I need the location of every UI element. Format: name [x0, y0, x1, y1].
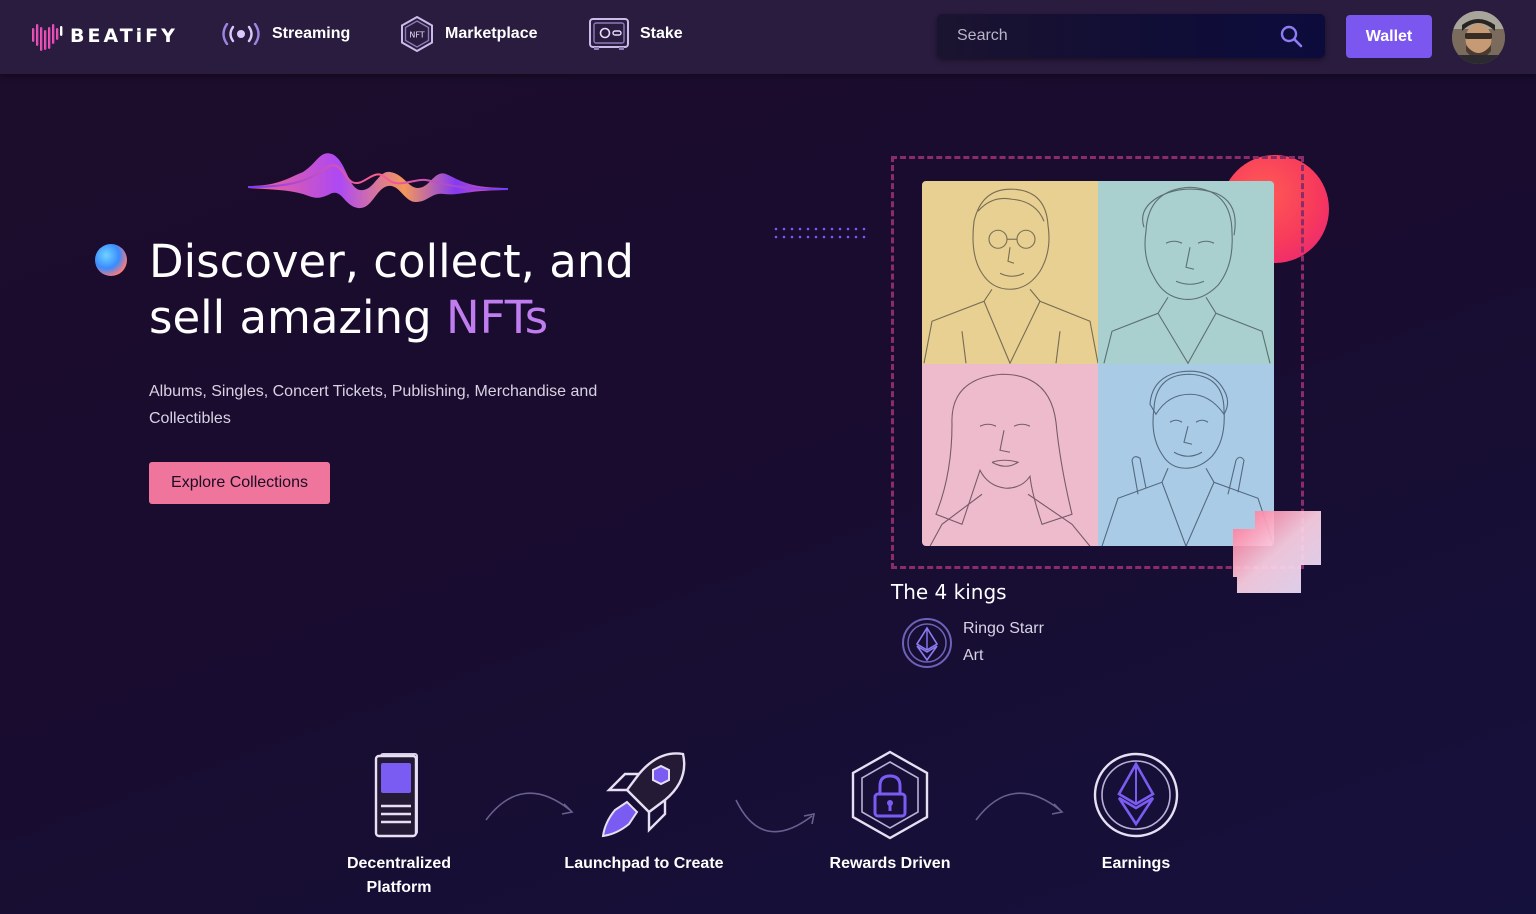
hero-title: Discover, collect, and sell amazing NFTs — [149, 234, 709, 346]
ethereum-badge-icon — [902, 618, 952, 668]
nav-label: Stake — [640, 25, 683, 42]
feature-earnings: Earnings — [1056, 750, 1216, 876]
lock-hexagon-icon — [851, 750, 929, 840]
brand-logo[interactable]: BEATiFY — [30, 18, 178, 54]
feature-rewards-driven: Rewards Driven — [810, 750, 970, 876]
nav-item-marketplace[interactable]: NFT Marketplace — [399, 14, 538, 54]
sound-wave-decoration — [248, 153, 508, 209]
feature-label: Decentralized Platform — [346, 855, 452, 896]
artwork-panel — [1098, 181, 1274, 364]
hero-title-text: Discover, collect, and sell amazing — [149, 235, 634, 344]
nav-item-streaming[interactable]: Streaming — [220, 14, 350, 54]
dot-grid-decoration — [774, 227, 866, 239]
rocket-icon — [601, 752, 686, 838]
nav-label: Streaming — [272, 25, 351, 42]
nft-artwork[interactable] — [922, 181, 1274, 546]
nft-collection[interactable]: Art — [963, 647, 983, 665]
portrait-sketch-icon — [1103, 186, 1271, 364]
search-icon[interactable] — [1279, 24, 1303, 48]
broadcast-icon — [222, 23, 260, 45]
nft-title: The 4 kings — [891, 580, 1007, 604]
nft-hexagon-icon: NFT — [401, 15, 433, 53]
brand-name: BEATiFY — [70, 25, 178, 47]
feature-decentralized-platform: Decentralized Platform — [319, 750, 479, 900]
document-icon — [374, 753, 418, 838]
ethereum-icon — [1093, 752, 1179, 838]
feature-launchpad: Launchpad to Create — [564, 750, 724, 876]
nav-item-stake[interactable]: Stake — [588, 14, 683, 54]
svg-text:NFT: NFT — [409, 31, 424, 40]
safe-icon — [589, 18, 629, 50]
top-navbar: BEATiFY Streaming NFT Marketplace Stake — [0, 0, 1536, 74]
portrait-sketch-icon — [929, 373, 1091, 546]
hero-subtitle: Albums, Singles, Concert Tickets, Publis… — [149, 383, 598, 427]
feature-label: Launchpad to Create — [564, 855, 724, 872]
search-bar — [937, 14, 1325, 58]
gradient-orb-decoration — [95, 244, 127, 276]
portrait-sketch-icon — [923, 188, 1098, 364]
artwork-panel — [922, 181, 1098, 364]
nav-label: Marketplace — [445, 25, 538, 42]
search-input[interactable] — [937, 14, 1267, 58]
feature-label: Earnings — [1101, 855, 1171, 872]
hero-title-accent: NFTs — [445, 291, 549, 344]
explore-collections-button[interactable]: Explore Collections — [149, 462, 330, 504]
user-avatar[interactable] — [1452, 11, 1505, 64]
wallet-button[interactable]: Wallet — [1346, 15, 1432, 58]
curved-arrow-icon — [975, 792, 1064, 821]
nft-creator[interactable]: Ringo Starr — [963, 620, 1044, 638]
avatar-portrait-icon — [1452, 11, 1505, 64]
artwork-panel — [922, 363, 1098, 546]
glass-cube-decoration — [1233, 511, 1321, 593]
feature-label: Rewards Driven — [829, 855, 951, 872]
sound-heart-logo-icon — [32, 24, 63, 51]
